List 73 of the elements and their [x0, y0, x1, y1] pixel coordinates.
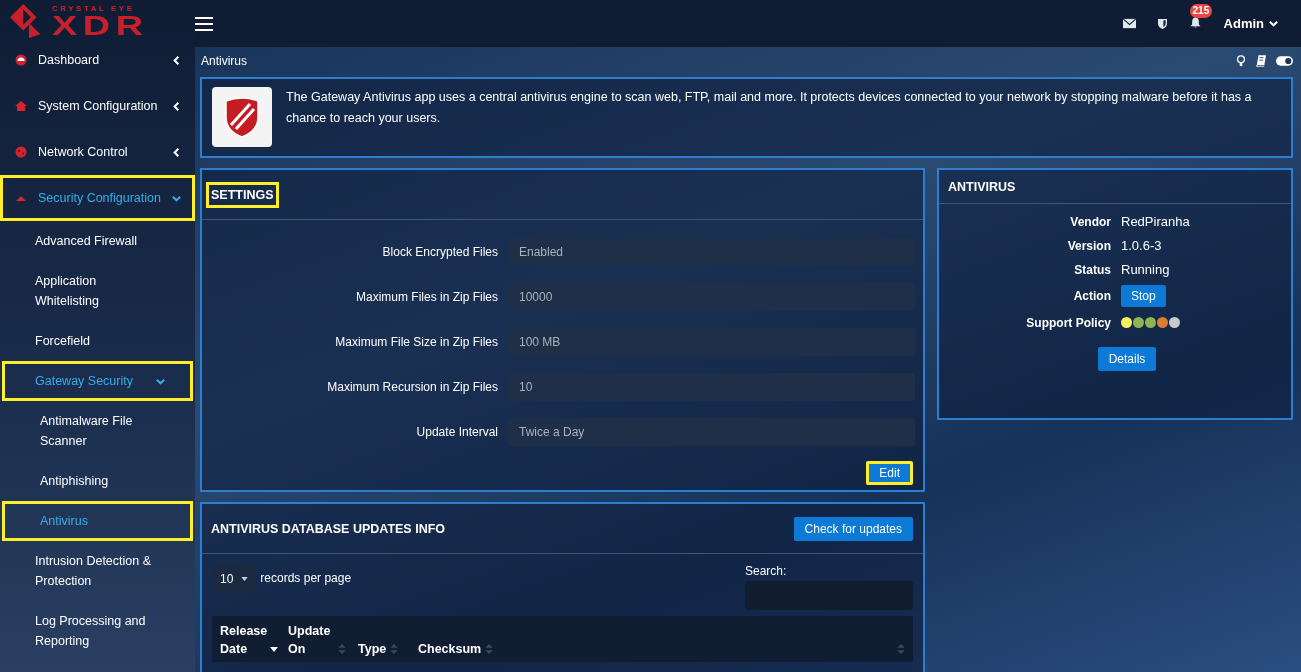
column-header[interactable]: Release Date [220, 622, 288, 658]
field-label: Maximum Files in Zip Files [354, 289, 498, 304]
page-title: Antivirus [200, 54, 247, 68]
property-label: Version [1066, 238, 1111, 253]
logo-tagline: CRYSTAL EYE [52, 3, 135, 13]
panel-title: SETTINGS [206, 181, 279, 208]
sort-icon [897, 644, 905, 654]
logo-wordmark: XDR [52, 13, 150, 40]
sidebar-item[interactable]: Antimalware File Scanner [2, 401, 160, 461]
chevron-left-icon [171, 100, 182, 112]
notification-badge: 215 [1189, 3, 1213, 18]
sort-icon [390, 644, 399, 654]
property-label: Support Policy [1025, 315, 1111, 330]
page-size-select[interactable]: 10 [212, 564, 257, 593]
panel-title: ANTIVIRUS DATABASE UPDATES INFO [210, 520, 447, 538]
input-field[interactable]: Twice a Day [508, 417, 915, 446]
book-icon[interactable] [1256, 55, 1266, 67]
edit-button[interactable]: Edit [866, 461, 913, 485]
input-field[interactable]: 10000 [508, 282, 915, 311]
column-header[interactable]: Update On [288, 622, 358, 658]
mail-icon[interactable] [1122, 18, 1136, 29]
input-field[interactable]: Enabled [508, 237, 915, 266]
input-field[interactable]: 100 MB [508, 327, 915, 356]
sidebar-item[interactable]: Advanced Firewall [2, 221, 193, 261]
shield-icon [212, 87, 272, 147]
gauge-icon [15, 54, 27, 66]
field-label: Maximum File Size in Zip Files [334, 334, 498, 349]
toggle-switch[interactable] [1276, 56, 1293, 66]
input-field[interactable]: 10 [508, 372, 915, 401]
chevron-left-icon [171, 146, 182, 158]
property-label: Vendor [1069, 214, 1111, 229]
property-label: Action [1072, 289, 1111, 303]
chevron-left-icon [171, 54, 182, 66]
field-label: Update Interval [415, 424, 498, 439]
field-label: Maximum Recursion in Zip Files [326, 379, 498, 394]
bell-icon[interactable] [1188, 16, 1202, 28]
sidebar-item[interactable]: Log Processing and Reporting [2, 601, 193, 661]
sidebar-item[interactable]: Antiphishing [2, 461, 160, 501]
sidebar-item[interactable]: Forcefield [2, 321, 193, 361]
search-field[interactable] [745, 581, 913, 610]
app-description: The Gateway Antivirus app uses a central antivirus engine to scan web, FTP, mail and more. It protects devices connected to your network by stopping malware before it has a chance to reach your users. [286, 89, 1253, 127]
details-button[interactable]: Details [1097, 347, 1157, 371]
stop-button[interactable]: Stop [1121, 285, 1166, 307]
column-header[interactable]: Checksum [418, 640, 897, 658]
property-label: Status [1073, 262, 1111, 277]
lightbulb-icon[interactable] [1236, 55, 1246, 67]
sidebar-item[interactable]: Antivirus [2, 501, 193, 541]
home-icon [15, 100, 27, 112]
user-menu[interactable]: Admin [1223, 16, 1279, 31]
sidebar-item[interactable]: Application Whitelisting [2, 261, 193, 321]
property-value: Running [1121, 262, 1170, 277]
sidebar-item[interactable]: System Configuration [0, 83, 195, 129]
sort-icon [338, 644, 346, 654]
property-value: RedPiranha [1121, 214, 1190, 229]
chevron-down-icon [1268, 18, 1279, 29]
search-label: Search: [745, 564, 788, 578]
shield-icon[interactable] [1157, 18, 1167, 29]
panel-title: ANTIVIRUS [947, 178, 1017, 196]
sidebar-item[interactable]: Network Control [0, 129, 195, 175]
sidebar-item[interactable]: Security Configuration [0, 175, 195, 221]
sort-icon [485, 644, 494, 654]
property-value: 1.0.6-3 [1121, 238, 1162, 253]
sidebar-item[interactable]: Gateway Security [2, 361, 193, 401]
sort-descending-icon [270, 647, 278, 652]
sidebar-item[interactable]: Dashboard [0, 37, 195, 83]
globe-icon [15, 146, 27, 158]
field-label: Block Encrypted Files [381, 244, 498, 259]
page-size-label: records per page [260, 570, 352, 587]
check-updates-button[interactable]: Check for updates [793, 516, 913, 541]
sidebar-item[interactable]: Intrusion Detection & Protection [2, 541, 193, 601]
column-header[interactable]: Type [358, 640, 418, 658]
menu-icon[interactable] [195, 16, 213, 31]
caret-down-icon [241, 576, 249, 581]
